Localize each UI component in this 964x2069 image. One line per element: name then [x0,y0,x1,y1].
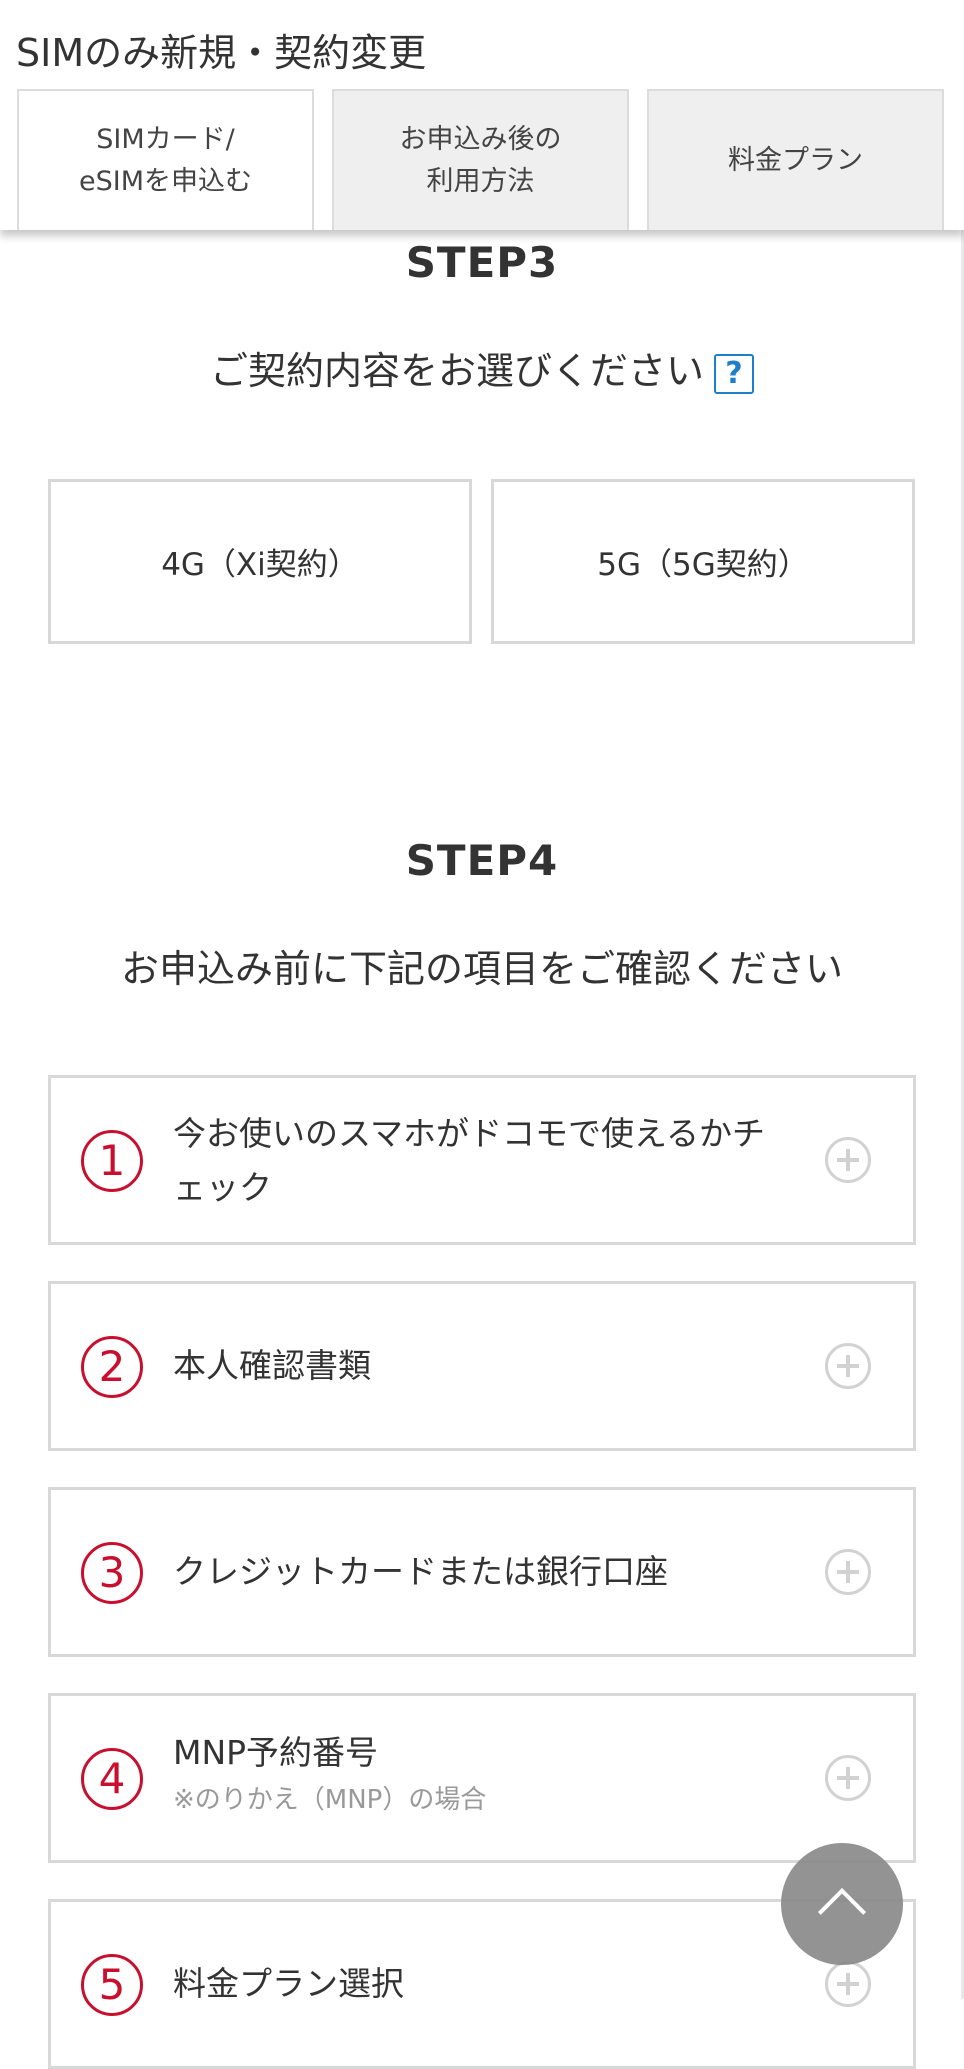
expand-plus-icon[interactable] [825,1755,871,1801]
tab-label: 料金プラン [728,140,863,182]
contract-4g-label: 4G（Xi契約） [161,547,359,583]
expand-plus-icon[interactable] [825,1549,871,1595]
tab-apply-sim[interactable]: SIMカード/ eSIMを申込む [17,89,314,230]
number-circle-icon: 1 [81,1130,143,1192]
tab-label-line1: SIMカード/ [96,123,235,155]
step3-subtitle-text: ご契約内容をお選びください [209,349,704,393]
contract-5g-label: 5G（5G契約） [597,547,809,583]
tab-label-line1: 料金プラン [728,144,863,176]
help-icon[interactable]: ? [714,353,754,394]
expand-plus-icon[interactable] [825,1961,871,2007]
check-item-label-line1: 今お使いのスマホがドコモで使えるかチ [173,1114,766,1153]
chevron-up-icon [817,1887,867,1937]
scroll-to-top-button[interactable] [781,1843,903,1965]
tab-rate-plan[interactable]: 料金プラン [647,89,944,230]
check-item-mnp-number[interactable]: 4 MNP予約番号 ※のりかえ（MNP）の場合 [48,1693,916,1863]
expand-plus-icon[interactable] [825,1343,871,1389]
number-circle-icon: 5 [81,1954,143,2016]
check-item-label: 本人確認書類 [173,1346,371,1385]
number-circle-icon: 2 [81,1336,143,1398]
expand-plus-icon[interactable] [825,1137,871,1183]
number-circle-icon: 3 [81,1542,143,1604]
number-circle-icon: 4 [81,1748,143,1810]
tab-label-line1: お申込み後の [399,123,562,155]
tab-after-apply-usage[interactable]: お申込み後の 利用方法 [332,89,629,230]
check-item-label: 今お使いのスマホがドコモで使えるかチ ェック [173,1107,773,1215]
check-item-id-documents[interactable]: 2 本人確認書類 [48,1281,916,1451]
step3-heading: STEP3 [405,238,559,287]
check-item-label: クレジットカードまたは銀行口座 [173,1552,668,1591]
tab-label: SIMカード/ eSIMを申込む [79,119,252,203]
tab-label-line2: eSIMを申込む [78,165,252,197]
page-header: SIMのみ新規・契約変更 SIMカード/ eSIMを申込む お申込み後の 利用方… [0,0,964,230]
check-item-note: ※のりかえ（MNP）の場合 [173,1785,487,1815]
check-item-device-compatibility[interactable]: 1 今お使いのスマホがドコモで使えるかチ ェック [48,1075,916,1245]
contract-5g-button[interactable]: 5G（5G契約） [491,479,915,644]
check-item-label-line2: ェック [173,1168,272,1207]
tab-label: お申込み後の 利用方法 [400,119,562,203]
step4-heading: STEP4 [405,836,559,885]
contract-4g-button[interactable]: 4G（Xi契約） [48,479,472,644]
check-item-label: MNP予約番号 ※のりかえ（MNP）の場合 [173,1726,773,1820]
check-item-payment-method[interactable]: 3 クレジットカードまたは銀行口座 [48,1487,916,1657]
check-item-label-line1: MNP予約番号 [173,1733,379,1772]
step3-subtitle: ご契約内容をお選びください? [0,340,964,395]
page-title: SIMのみ新規・契約変更 [16,31,427,75]
step4-subtitle: お申込み前に下記の項目をご確認ください [120,947,843,991]
tab-label-line2: 利用方法 [426,165,535,197]
check-item-label: 料金プラン選択 [173,1964,404,2003]
